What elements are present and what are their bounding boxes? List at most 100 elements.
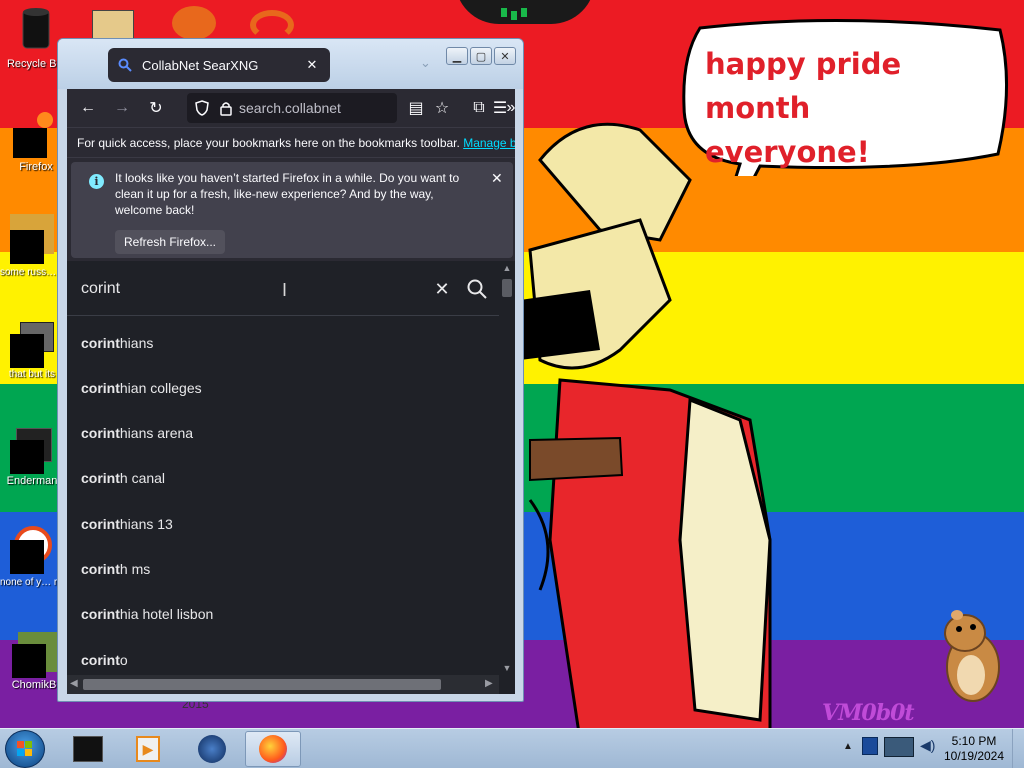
taskbar-app-1[interactable] bbox=[60, 731, 116, 767]
minimize-button[interactable]: ▁ bbox=[446, 47, 468, 65]
taskbar-firefox[interactable] bbox=[245, 731, 301, 767]
speech-bubble-text: happy pride month everyone! bbox=[705, 42, 1005, 174]
tab-list-chevron-icon[interactable]: ⌄ bbox=[420, 55, 431, 71]
suggestion-item[interactable]: corinth ms bbox=[67, 547, 499, 592]
reload-button[interactable]: ↻ bbox=[139, 93, 173, 123]
reload-icon: ↻ bbox=[149, 100, 163, 117]
scroll-up-icon[interactable]: ▲ bbox=[499, 261, 515, 275]
tray-expand-icon[interactable]: ▲ bbox=[843, 741, 853, 752]
suggestion-match: corint bbox=[81, 561, 120, 577]
close-icon: ✕ bbox=[434, 278, 450, 299]
desktop-icon-label: Enderman bbox=[6, 475, 58, 487]
generic-file-icon bbox=[10, 334, 44, 368]
suggestion-item[interactable]: corinthians bbox=[67, 321, 499, 366]
manage-bookmarks-link[interactable]: Manage bo bbox=[463, 136, 515, 150]
desktop-icon-label: none of y… retards kn bbox=[0, 577, 64, 588]
wallpaper-signature: VM0b0t bbox=[822, 700, 915, 726]
scroll-down-icon[interactable]: ▼ bbox=[499, 661, 515, 675]
desktop-icon-app[interactable] bbox=[172, 6, 216, 40]
search-input[interactable] bbox=[81, 275, 421, 303]
gadget-led bbox=[511, 11, 517, 20]
bookmark-star-button[interactable]: ☆ bbox=[425, 93, 459, 123]
maximize-button[interactable]: ▢ bbox=[470, 47, 492, 65]
volume-icon[interactable]: ◀) bbox=[920, 737, 936, 755]
show-desktop-button[interactable] bbox=[1012, 729, 1024, 768]
suggestion-rest: h canal bbox=[119, 470, 166, 486]
info-icon: i bbox=[89, 174, 104, 189]
suggestion-rest: h ms bbox=[119, 561, 151, 577]
suggestion-match: corint bbox=[81, 425, 120, 441]
scroll-right-icon[interactable]: ▶ bbox=[485, 678, 493, 689]
shield-icon bbox=[195, 100, 209, 116]
taskbar: ▶ ▲ ◀) 5:10 PM 10/19/2024 bbox=[0, 728, 1024, 768]
recycle-bin-icon bbox=[22, 8, 50, 49]
gadget-led bbox=[521, 8, 527, 17]
suggestion-item[interactable]: corinthia hotel lisbon bbox=[67, 592, 499, 637]
tab-close-icon[interactable]: ✕ bbox=[304, 57, 320, 73]
hamster-image bbox=[944, 610, 1000, 702]
search-favicon-icon bbox=[118, 58, 132, 72]
vertical-scroll-thumb[interactable] bbox=[502, 279, 512, 297]
suggestion-rest: hians 13 bbox=[119, 516, 173, 532]
desktop-icon-label: some russ… ran a rat bbox=[0, 267, 64, 278]
puzzle-icon: ⧉ bbox=[473, 99, 485, 116]
suggestion-item[interactable]: corinth canal bbox=[67, 456, 499, 501]
suggestion-rest: hians bbox=[119, 335, 154, 351]
generic-file-icon bbox=[10, 540, 44, 574]
horizontal-scrollbar[interactable]: ◀ ▶ bbox=[67, 675, 499, 694]
desktop-icon-file-4[interactable]: none of y… retards kn bbox=[0, 526, 64, 589]
search-button[interactable] bbox=[465, 277, 489, 301]
vertical-scrollbar[interactable]: ▲ ▼ bbox=[499, 261, 515, 675]
hamburger-menu-icon: ☰ bbox=[492, 100, 508, 117]
refresh-notification: i It looks like you haven’t started Fire… bbox=[71, 162, 513, 258]
tab-collabnet-searxng[interactable]: CollabNet SearXNG ✕ bbox=[108, 48, 330, 82]
address-bar[interactable]: search.collabnet bbox=[187, 93, 397, 123]
clock-time: 5:10 PM bbox=[951, 734, 997, 748]
clear-search-button[interactable]: ✕ bbox=[432, 279, 452, 299]
speech-line-1: happy pride month bbox=[705, 47, 902, 125]
notification-close-icon[interactable]: ✕ bbox=[491, 170, 503, 187]
clock-date: 10/19/2024 bbox=[943, 749, 1005, 763]
scroll-left-icon[interactable]: ◀ bbox=[70, 678, 78, 689]
suggestion-item[interactable]: corinto bbox=[67, 637, 499, 677]
suggestion-match: corint bbox=[81, 516, 120, 532]
speech-line-2: everyone! bbox=[705, 135, 870, 169]
app-window-icon bbox=[73, 736, 103, 762]
desktop-icon-file-1[interactable]: some russ… ran a rat bbox=[0, 214, 64, 279]
arrow-left-icon: ← bbox=[80, 99, 96, 116]
tray-app-icon[interactable] bbox=[862, 737, 878, 755]
suggestion-item[interactable]: corinthian colleges bbox=[67, 366, 499, 411]
bookmarks-toolbar: For quick access, place your bookmarks h… bbox=[67, 127, 515, 157]
forward-button[interactable]: → bbox=[105, 93, 139, 123]
reader-view-icon: ▤ bbox=[408, 100, 424, 117]
suggestion-match: corint bbox=[81, 606, 120, 622]
suggestion-match: corint bbox=[81, 380, 120, 396]
refresh-firefox-button[interactable]: Refresh Firefox... bbox=[115, 230, 225, 254]
page-content: I ✕ corinthians corinthian colleges cori… bbox=[67, 261, 515, 694]
back-button[interactable]: ← bbox=[71, 93, 105, 123]
notification-text: It looks like you haven’t started Firefo… bbox=[115, 171, 460, 217]
desktop-icon-label: that but its bbox=[8, 369, 56, 380]
lock-icon bbox=[220, 102, 232, 116]
suggestion-match: corint bbox=[81, 470, 120, 486]
taskbar-app-3[interactable] bbox=[184, 731, 240, 767]
firefox-window: CollabNet SearXNG ✕ ⌄ ▁ ▢ ✕ ← → ↻ search… bbox=[57, 38, 524, 702]
suggestion-item[interactable]: corinthians 13 bbox=[67, 502, 499, 547]
desktop-icon-file-3[interactable]: Enderman bbox=[0, 428, 64, 488]
close-window-button[interactable]: ✕ bbox=[494, 47, 516, 65]
horizontal-scroll-thumb[interactable] bbox=[83, 679, 441, 690]
clock[interactable]: 5:10 PM 10/19/2024 bbox=[938, 734, 1010, 764]
search-bar: I ✕ bbox=[67, 261, 499, 316]
text-cursor-icon: I bbox=[282, 280, 288, 300]
suggestion-item[interactable]: corinthians arena bbox=[67, 411, 499, 456]
firefox-icon bbox=[259, 735, 287, 763]
menu-button[interactable]: ☰ bbox=[486, 93, 514, 123]
window-titlebar[interactable]: CollabNet SearXNG ✕ ⌄ ▁ ▢ ✕ bbox=[58, 39, 523, 89]
desktop-icon-folder[interactable] bbox=[92, 10, 134, 40]
network-icon[interactable] bbox=[884, 737, 914, 757]
notification-area: i It looks like you haven’t started Fire… bbox=[67, 157, 515, 261]
start-button[interactable] bbox=[5, 730, 45, 768]
taskbar-media-player[interactable]: ▶ bbox=[120, 731, 176, 767]
desktop-icon-app-2[interactable] bbox=[250, 10, 294, 40]
desktop-icon-file-2[interactable]: that but its bbox=[0, 322, 64, 382]
